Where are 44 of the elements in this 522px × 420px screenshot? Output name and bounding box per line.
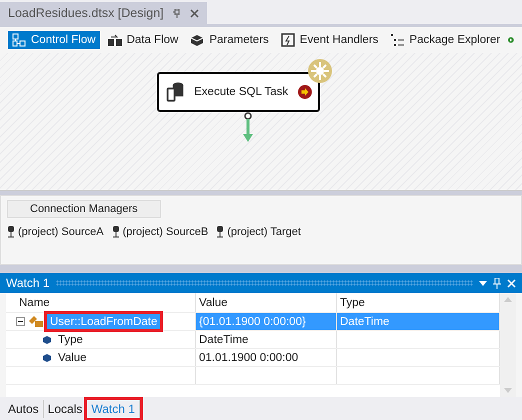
connection-manager[interactable]: (project) SourceA	[18, 226, 104, 238]
sun-icon	[308, 59, 332, 83]
plug-icon	[7, 226, 15, 238]
document-tab[interactable]: LoadResidues.dtsx [Design]	[0, 2, 207, 24]
task-label: Execute SQL Task	[194, 86, 288, 98]
panel-tab[interactable]: Watch 1	[87, 400, 140, 418]
collapse-toggle[interactable]	[16, 317, 25, 326]
data-flow-icon	[108, 33, 122, 47]
watch-name: Value	[57, 350, 88, 365]
column-header[interactable]: Value	[196, 293, 337, 312]
close-icon[interactable]	[190, 8, 199, 18]
designer-tab[interactable]: Data Flow	[104, 31, 182, 49]
plug-icon	[216, 226, 224, 238]
watch-name: User::LoadFromDate	[47, 314, 160, 329]
dropdown-icon[interactable]	[479, 280, 487, 286]
lightning-page-icon	[280, 33, 295, 47]
flow-diagram-icon	[12, 33, 26, 47]
pin-icon[interactable]	[493, 278, 501, 288]
plug-icon	[112, 226, 120, 238]
arrow-circle-icon	[298, 84, 312, 100]
document-title: LoadResidues.dtsx [Design]	[8, 6, 164, 20]
designer-tab[interactable]: Control Flow	[8, 31, 100, 49]
watch-row[interactable]: Value 01.01.1900 0:00:00	[6, 349, 500, 367]
panel-tab[interactable]: Locals	[44, 400, 88, 418]
panel-tab[interactable]: Autos	[4, 400, 44, 418]
watch-value: 01.01.1900 0:00:00	[196, 349, 337, 366]
watch-title: Watch 1	[6, 276, 50, 290]
designer-tab[interactable]: Parameters	[186, 31, 273, 49]
designer-tab[interactable]: Event Handlers	[276, 31, 382, 49]
watch-name: Type	[57, 332, 84, 347]
watch-type: DateTime	[337, 313, 500, 330]
list-icon	[390, 33, 404, 47]
variable-icon	[28, 315, 44, 328]
task-node[interactable]: Execute SQL Task	[157, 72, 320, 112]
connector-arrow[interactable]	[242, 112, 254, 144]
box-icon	[190, 33, 204, 47]
watch-value: DateTime	[196, 331, 337, 348]
watch-row[interactable]: Type DateTime	[6, 331, 500, 349]
connection-manager[interactable]: (project) Target	[227, 226, 301, 238]
watch-value: {01.01.1900 0:00:00}	[196, 313, 337, 330]
designer-tab[interactable]: Package Explorer	[386, 31, 504, 49]
connection-manager[interactable]: (project) SourceB	[122, 226, 208, 238]
pin-icon[interactable]	[172, 8, 182, 18]
connection-managers-tab[interactable]: Connection Managers	[7, 200, 161, 218]
